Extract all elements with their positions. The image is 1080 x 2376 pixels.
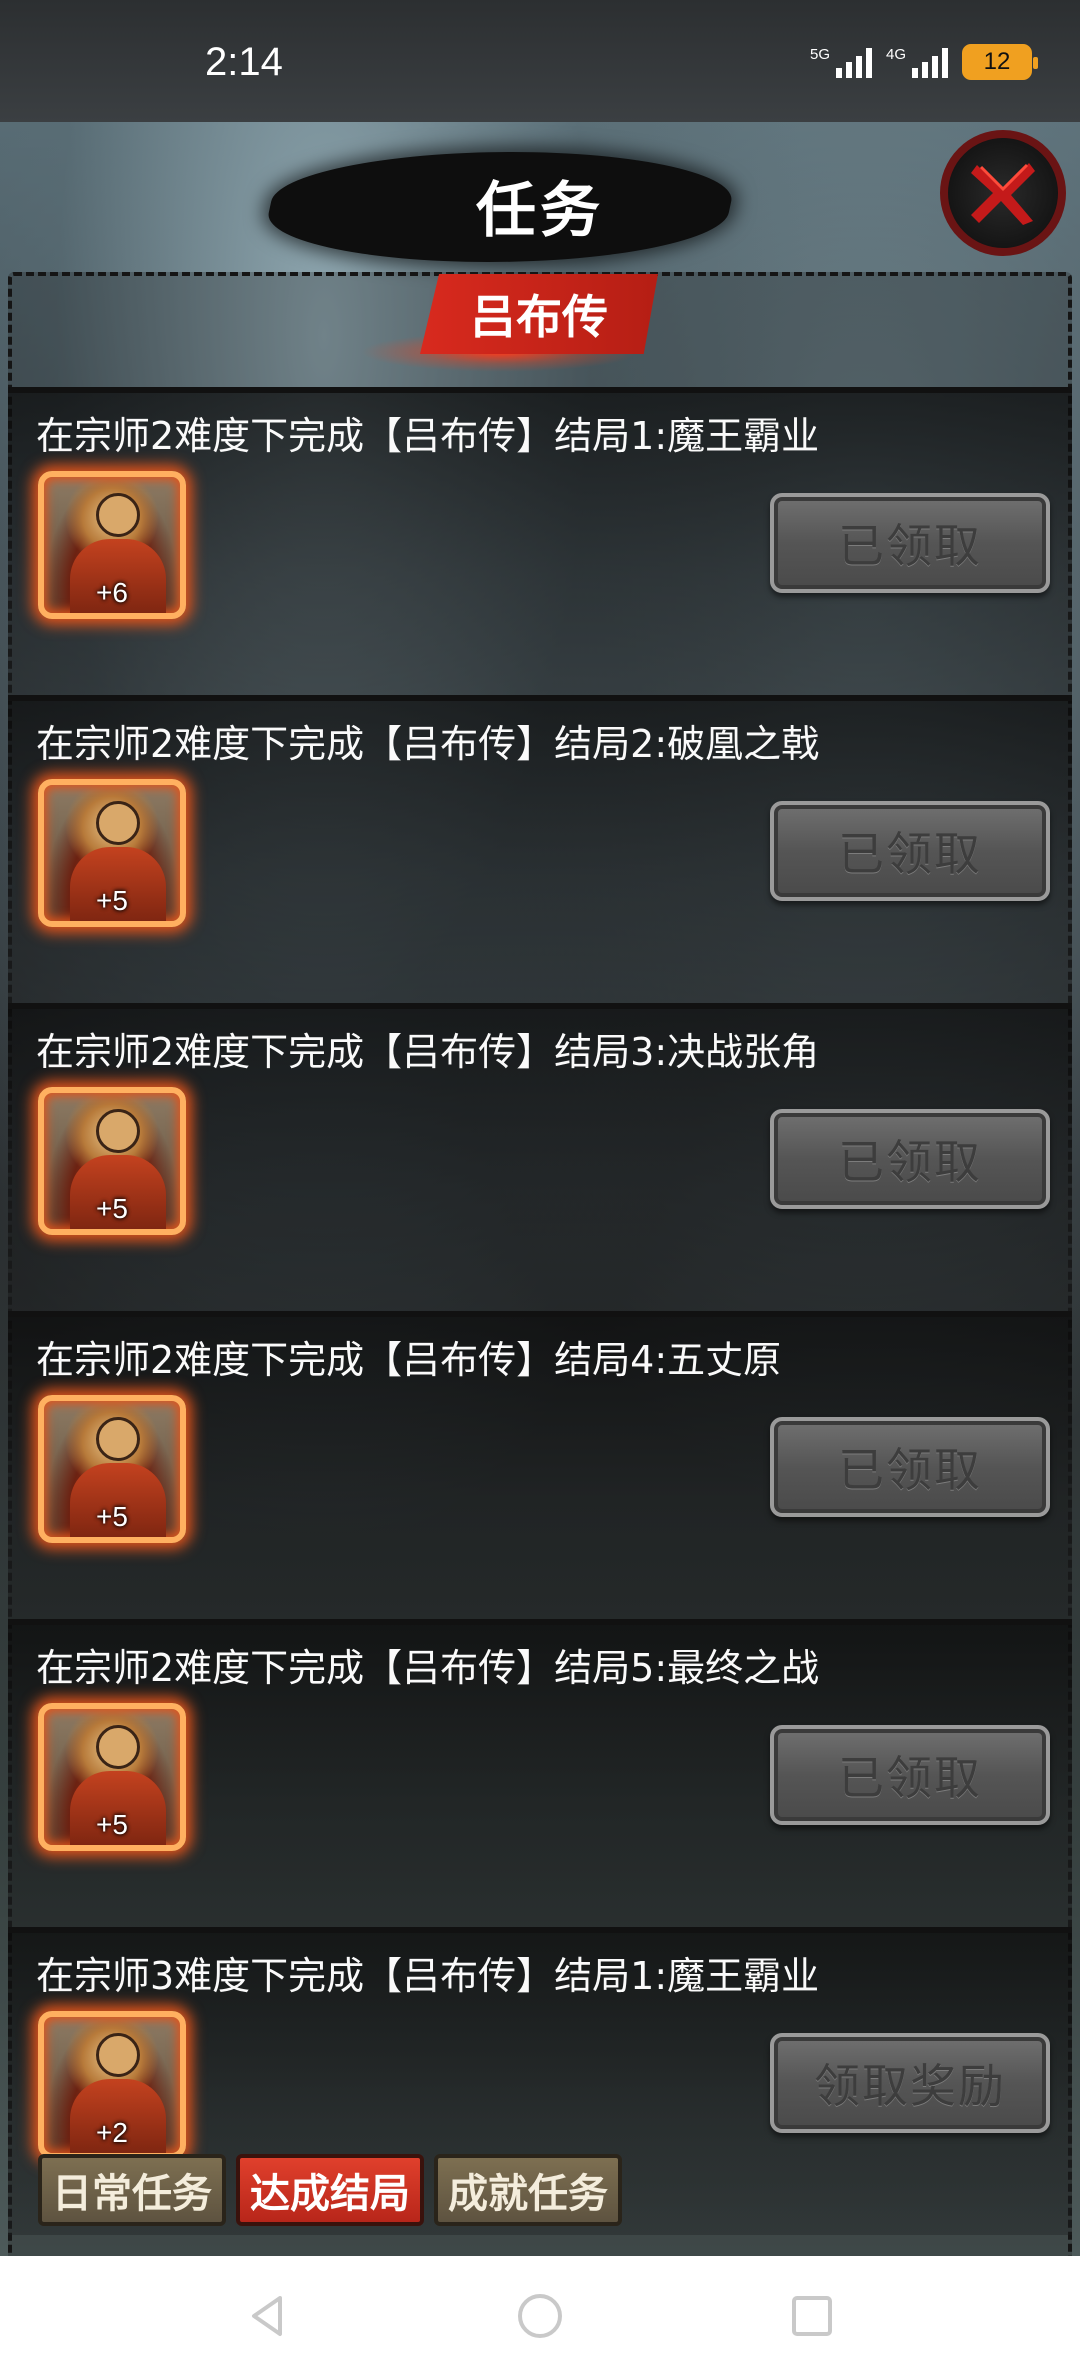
system-nav-bar bbox=[0, 2256, 1080, 2376]
reward-hero-card[interactable]: +5 bbox=[38, 779, 186, 927]
reward-amount: +5 bbox=[96, 885, 128, 916]
home-circle-icon[interactable] bbox=[514, 2290, 566, 2342]
battery-icon: 12 bbox=[962, 44, 1038, 80]
battery-level: 12 bbox=[983, 48, 1011, 75]
task-row: 在宗师2难度下完成【吕布传】结局5:最终之战 +5 已领取 bbox=[8, 1619, 1072, 1927]
claim-reward-button[interactable]: 领取奖励 bbox=[770, 2033, 1050, 2133]
bottom-tabs: 日常任务 达成结局 成就任务 bbox=[38, 2154, 622, 2226]
claimed-button[interactable]: 已领取 bbox=[770, 493, 1050, 593]
signal-4g-label: 4G bbox=[886, 46, 907, 63]
status-icons: 5G 4G 12 bbox=[810, 44, 1038, 80]
task-row: 在宗师2难度下完成【吕布传】结局2:破凰之戟 +5 已领取 bbox=[8, 695, 1072, 1003]
reward-amount: +2 bbox=[96, 2117, 128, 2148]
task-description: 在宗师2难度下完成【吕布传】结局1:魔王霸业 bbox=[36, 414, 820, 458]
claimed-button[interactable]: 已领取 bbox=[770, 1417, 1050, 1517]
hero-portrait-icon bbox=[96, 2033, 140, 2077]
task-description: 在宗师2难度下完成【吕布传】结局3:决战张角 bbox=[36, 1030, 820, 1074]
reward-hero-card[interactable]: +5 bbox=[38, 1395, 186, 1543]
reward-hero-card[interactable]: +2 bbox=[38, 2011, 186, 2159]
task-description: 在宗师2难度下完成【吕布传】结局2:破凰之戟 bbox=[36, 722, 820, 766]
game-screen: 任务 吕布传 在宗师2难度下完成【吕布传】结局1:魔王霸业 +6 已领取 在宗师… bbox=[0, 122, 1080, 2256]
reward-amount: +5 bbox=[96, 1193, 128, 1224]
reward-hero-card[interactable]: +5 bbox=[38, 1087, 186, 1235]
task-row: 在宗师2难度下完成【吕布传】结局3:决战张角 +5 已领取 bbox=[8, 1003, 1072, 1311]
task-list[interactable]: 在宗师2难度下完成【吕布传】结局1:魔王霸业 +6 已领取 在宗师2难度下完成【… bbox=[8, 387, 1072, 2235]
reward-hero-card[interactable]: +6 bbox=[38, 471, 186, 619]
hero-portrait-icon bbox=[96, 493, 140, 537]
back-triangle-icon[interactable] bbox=[242, 2290, 294, 2342]
section-banner: 吕布传 bbox=[420, 274, 658, 354]
hero-portrait-icon bbox=[96, 1109, 140, 1153]
page-title: 任务 bbox=[476, 176, 604, 246]
close-button[interactable] bbox=[940, 130, 1066, 256]
claimed-button[interactable]: 已领取 bbox=[770, 801, 1050, 901]
task-description: 在宗师2难度下完成【吕布传】结局5:最终之战 bbox=[36, 1646, 820, 1690]
tab-achieved-endings[interactable]: 达成结局 bbox=[236, 2154, 424, 2226]
reward-hero-card[interactable]: +5 bbox=[38, 1703, 186, 1851]
reward-amount: +6 bbox=[96, 577, 128, 608]
hero-portrait-icon bbox=[96, 801, 140, 845]
status-bar: 2:14 5G 4G 12 bbox=[0, 0, 1080, 122]
claimed-button[interactable]: 已领取 bbox=[770, 1725, 1050, 1825]
reward-amount: +5 bbox=[96, 1809, 128, 1840]
signal-5g-icon: 5G bbox=[810, 46, 872, 78]
task-row: 在宗师2难度下完成【吕布传】结局4:五丈原 +5 已领取 bbox=[8, 1311, 1072, 1619]
close-x-icon bbox=[971, 163, 1035, 225]
task-description: 在宗师2难度下完成【吕布传】结局4:五丈原 bbox=[36, 1338, 782, 1382]
hero-portrait-icon bbox=[96, 1417, 140, 1461]
status-time: 2:14 bbox=[205, 40, 283, 84]
tab-achievement-tasks[interactable]: 成就任务 bbox=[434, 2154, 622, 2226]
signal-5g-label: 5G bbox=[810, 46, 831, 63]
reward-amount: +5 bbox=[96, 1501, 128, 1532]
tab-daily-tasks[interactable]: 日常任务 bbox=[38, 2154, 226, 2226]
hero-portrait-icon bbox=[96, 1725, 140, 1769]
signal-4g-icon: 4G bbox=[886, 46, 948, 78]
task-row: 在宗师2难度下完成【吕布传】结局1:魔王霸业 +6 已领取 bbox=[8, 387, 1072, 695]
claimed-button[interactable]: 已领取 bbox=[770, 1109, 1050, 1209]
recents-square-icon[interactable] bbox=[786, 2290, 838, 2342]
task-description: 在宗师3难度下完成【吕布传】结局1:魔王霸业 bbox=[36, 1954, 820, 1998]
